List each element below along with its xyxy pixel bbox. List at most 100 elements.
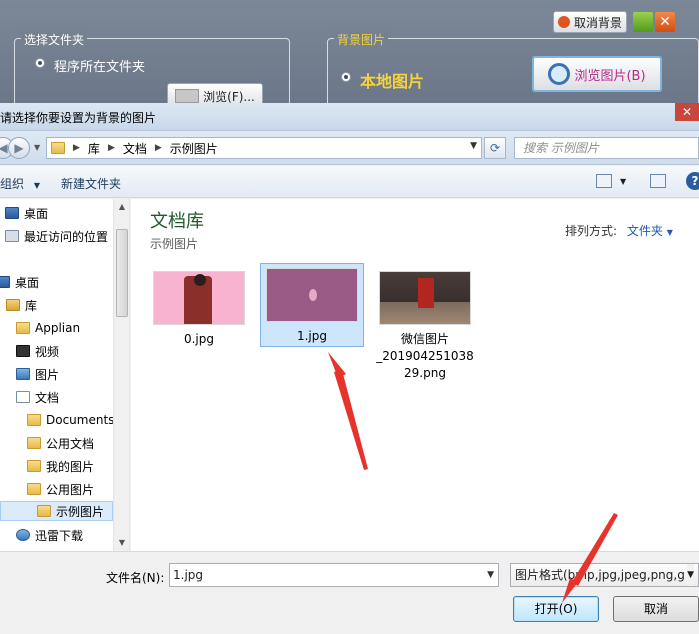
nav-item-label: 桌面 bbox=[15, 275, 40, 290]
nav-item-documents-folder[interactable]: Documents bbox=[27, 410, 114, 430]
address-row: ◀ ▶ ▼ ▶ 库 ▶ 文档 ▶ 示例图片 ▼ ⟳ 搜索 示例图片 bbox=[0, 131, 699, 165]
browse-folder-label: 浏览(F)... bbox=[203, 89, 255, 104]
magnifier-icon bbox=[548, 63, 571, 85]
address-dropdown-icon[interactable]: ▼ bbox=[470, 141, 477, 151]
help-icon[interactable]: ? bbox=[686, 172, 699, 190]
folder-icon bbox=[27, 414, 41, 426]
library-icon bbox=[6, 299, 20, 311]
nav-item-label: 库 bbox=[25, 298, 38, 313]
dialog-close-button[interactable]: ✕ bbox=[675, 103, 699, 121]
video-icon bbox=[16, 345, 30, 357]
organize-menu[interactable]: 组织 ▼ bbox=[0, 175, 40, 192]
view-mode-icon[interactable] bbox=[596, 174, 612, 188]
file-item-0[interactable]: 0.jpg bbox=[147, 267, 251, 348]
nav-item-public-documents[interactable]: 公用文档 bbox=[27, 433, 94, 453]
breadcrumb-sample-pictures[interactable]: 示例图片 bbox=[170, 140, 218, 157]
file-type-select[interactable]: 图片格式(bmp,jpg,jpeg,png,g ▼ bbox=[510, 563, 699, 587]
dialog-titlebar: 请选择你要设置为背景的图片 ✕ bbox=[0, 103, 699, 131]
library-subtitle: 示例图片 bbox=[150, 237, 199, 251]
nav-item-label: 示例图片 bbox=[56, 504, 105, 519]
nav-item-label: 视频 bbox=[35, 344, 60, 359]
cancel-background-button[interactable]: 取消背景 bbox=[553, 11, 627, 33]
download-arrow-icon[interactable] bbox=[633, 12, 653, 32]
new-folder-button[interactable]: 新建文件夹 bbox=[61, 175, 121, 192]
arrange-by: 排列方式: 文件夹 ▼ bbox=[565, 222, 673, 239]
chevron-down-icon[interactable]: ▼ bbox=[620, 177, 626, 186]
filename-input[interactable]: 1.jpg ▼ bbox=[169, 563, 499, 587]
local-image-radio[interactable] bbox=[341, 72, 351, 82]
file-name: 0.jpg bbox=[183, 332, 215, 346]
folder-icon bbox=[16, 322, 30, 334]
cancel-button[interactable]: 取消 bbox=[613, 596, 699, 622]
file-item-1[interactable]: 1.jpg bbox=[260, 263, 364, 347]
chevron-down-icon: ▼ bbox=[666, 228, 673, 237]
documents-icon bbox=[16, 391, 30, 403]
folder-option-radio[interactable] bbox=[35, 58, 45, 68]
search-input[interactable]: 搜索 示例图片 bbox=[514, 137, 699, 159]
nav-item-applian[interactable]: Applian bbox=[16, 318, 80, 338]
nav-item-label: 图片 bbox=[35, 367, 60, 382]
file-name-line: 微信图片 bbox=[400, 332, 449, 346]
nav-item-label: 公用文档 bbox=[46, 436, 95, 451]
image-thumbnail bbox=[266, 268, 358, 322]
nav-item-label: 文档 bbox=[35, 390, 60, 405]
nav-item-label: 桌面 bbox=[24, 206, 49, 221]
refresh-button[interactable]: ⟳ bbox=[484, 137, 506, 159]
folder-icon bbox=[27, 437, 41, 449]
nav-item-desktop-root[interactable]: 桌面 bbox=[0, 272, 39, 292]
nav-item-thunder-downloads[interactable]: 迅雷下载 bbox=[16, 525, 83, 545]
filename-value: 1.jpg bbox=[173, 568, 204, 582]
folder-option-label: 程序所在文件夹 bbox=[54, 60, 146, 75]
library-title: 文档库 bbox=[150, 211, 204, 232]
file-item-2[interactable]: 微信图片 _201904251038 29.png bbox=[373, 267, 477, 382]
breadcrumb-documents[interactable]: 文档 bbox=[123, 140, 147, 157]
scroll-down-icon[interactable]: ▼ bbox=[114, 535, 130, 551]
nav-item-recent-places[interactable]: 最近访问的位置 bbox=[5, 226, 108, 246]
background-app-window: 取消背景 ✕ 选择文件夹 程序所在文件夹 浏览(F)... 背景图片 本地图片 … bbox=[0, 0, 699, 110]
nav-item-label: 迅雷下载 bbox=[35, 528, 84, 543]
breadcrumb-separator-icon: ▶ bbox=[107, 143, 115, 153]
file-name: 1.jpg bbox=[296, 329, 328, 343]
open-button[interactable]: 打开(O) bbox=[513, 596, 599, 622]
address-bar[interactable]: ▶ 库 ▶ 文档 ▶ 示例图片 ▼ bbox=[46, 137, 482, 159]
filename-dropdown-icon[interactable]: ▼ bbox=[487, 564, 494, 586]
pictures-icon bbox=[16, 368, 30, 380]
nav-item-library[interactable]: 库 bbox=[6, 295, 37, 315]
nav-scrollbar[interactable]: ▲ ▼ bbox=[113, 199, 129, 551]
nav-item-public-pictures[interactable]: 公用图片 bbox=[27, 479, 94, 499]
organize-label: 组织 bbox=[0, 177, 25, 191]
nav-item-pictures[interactable]: 图片 bbox=[16, 364, 59, 384]
nav-item-label: Applian bbox=[35, 321, 81, 335]
nav-item-sample-pictures[interactable]: 示例图片 bbox=[0, 501, 113, 521]
nav-item-label: Documents bbox=[46, 413, 115, 427]
folder-icon bbox=[27, 483, 41, 495]
folder-icon bbox=[37, 505, 51, 517]
dialog-title: 请选择你要设置为背景的图片 bbox=[0, 111, 157, 125]
file-type-dropdown-icon[interactable]: ▼ bbox=[687, 564, 694, 586]
preview-pane-icon[interactable] bbox=[650, 174, 666, 188]
file-name-line: 29.png bbox=[404, 366, 446, 380]
browse-image-button[interactable]: 浏览图片(B) bbox=[532, 56, 662, 92]
arrange-label: 排列方式: bbox=[565, 224, 618, 238]
nav-item-desktop[interactable]: 桌面 bbox=[5, 203, 48, 223]
download-icon bbox=[16, 529, 30, 541]
breadcrumb-separator-icon: ▶ bbox=[73, 143, 80, 153]
nav-item-videos[interactable]: 视频 bbox=[16, 341, 59, 361]
nav-item-my-pictures[interactable]: 我的图片 bbox=[27, 456, 94, 476]
nav-item-documents[interactable]: 文档 bbox=[16, 387, 59, 407]
image-thumbnail bbox=[379, 271, 471, 325]
recent-places-icon bbox=[5, 230, 19, 242]
file-type-value: 图片格式(bmp,jpg,jpeg,png,g bbox=[515, 568, 685, 582]
nav-item-label: 公用图片 bbox=[46, 482, 95, 497]
scroll-up-icon[interactable]: ▲ bbox=[114, 199, 130, 215]
arrange-dropdown[interactable]: 文件夹 ▼ bbox=[627, 224, 673, 238]
close-icon[interactable]: ✕ bbox=[655, 12, 675, 32]
breadcrumb-library[interactable]: 库 bbox=[88, 140, 100, 157]
scroll-thumb[interactable] bbox=[116, 229, 128, 317]
file-list-pane: 文档库 示例图片 排列方式: 文件夹 ▼ 0.jpg 1.jpg 微信图片 _2… bbox=[131, 199, 699, 551]
folder-icon bbox=[27, 460, 41, 472]
history-dropdown-icon[interactable]: ▼ bbox=[34, 143, 40, 152]
desktop-icon bbox=[0, 276, 10, 288]
dialog-toolbar: 组织 ▼ 新建文件夹 ▼ ? bbox=[0, 166, 699, 198]
forward-button[interactable]: ▶ bbox=[8, 137, 30, 159]
